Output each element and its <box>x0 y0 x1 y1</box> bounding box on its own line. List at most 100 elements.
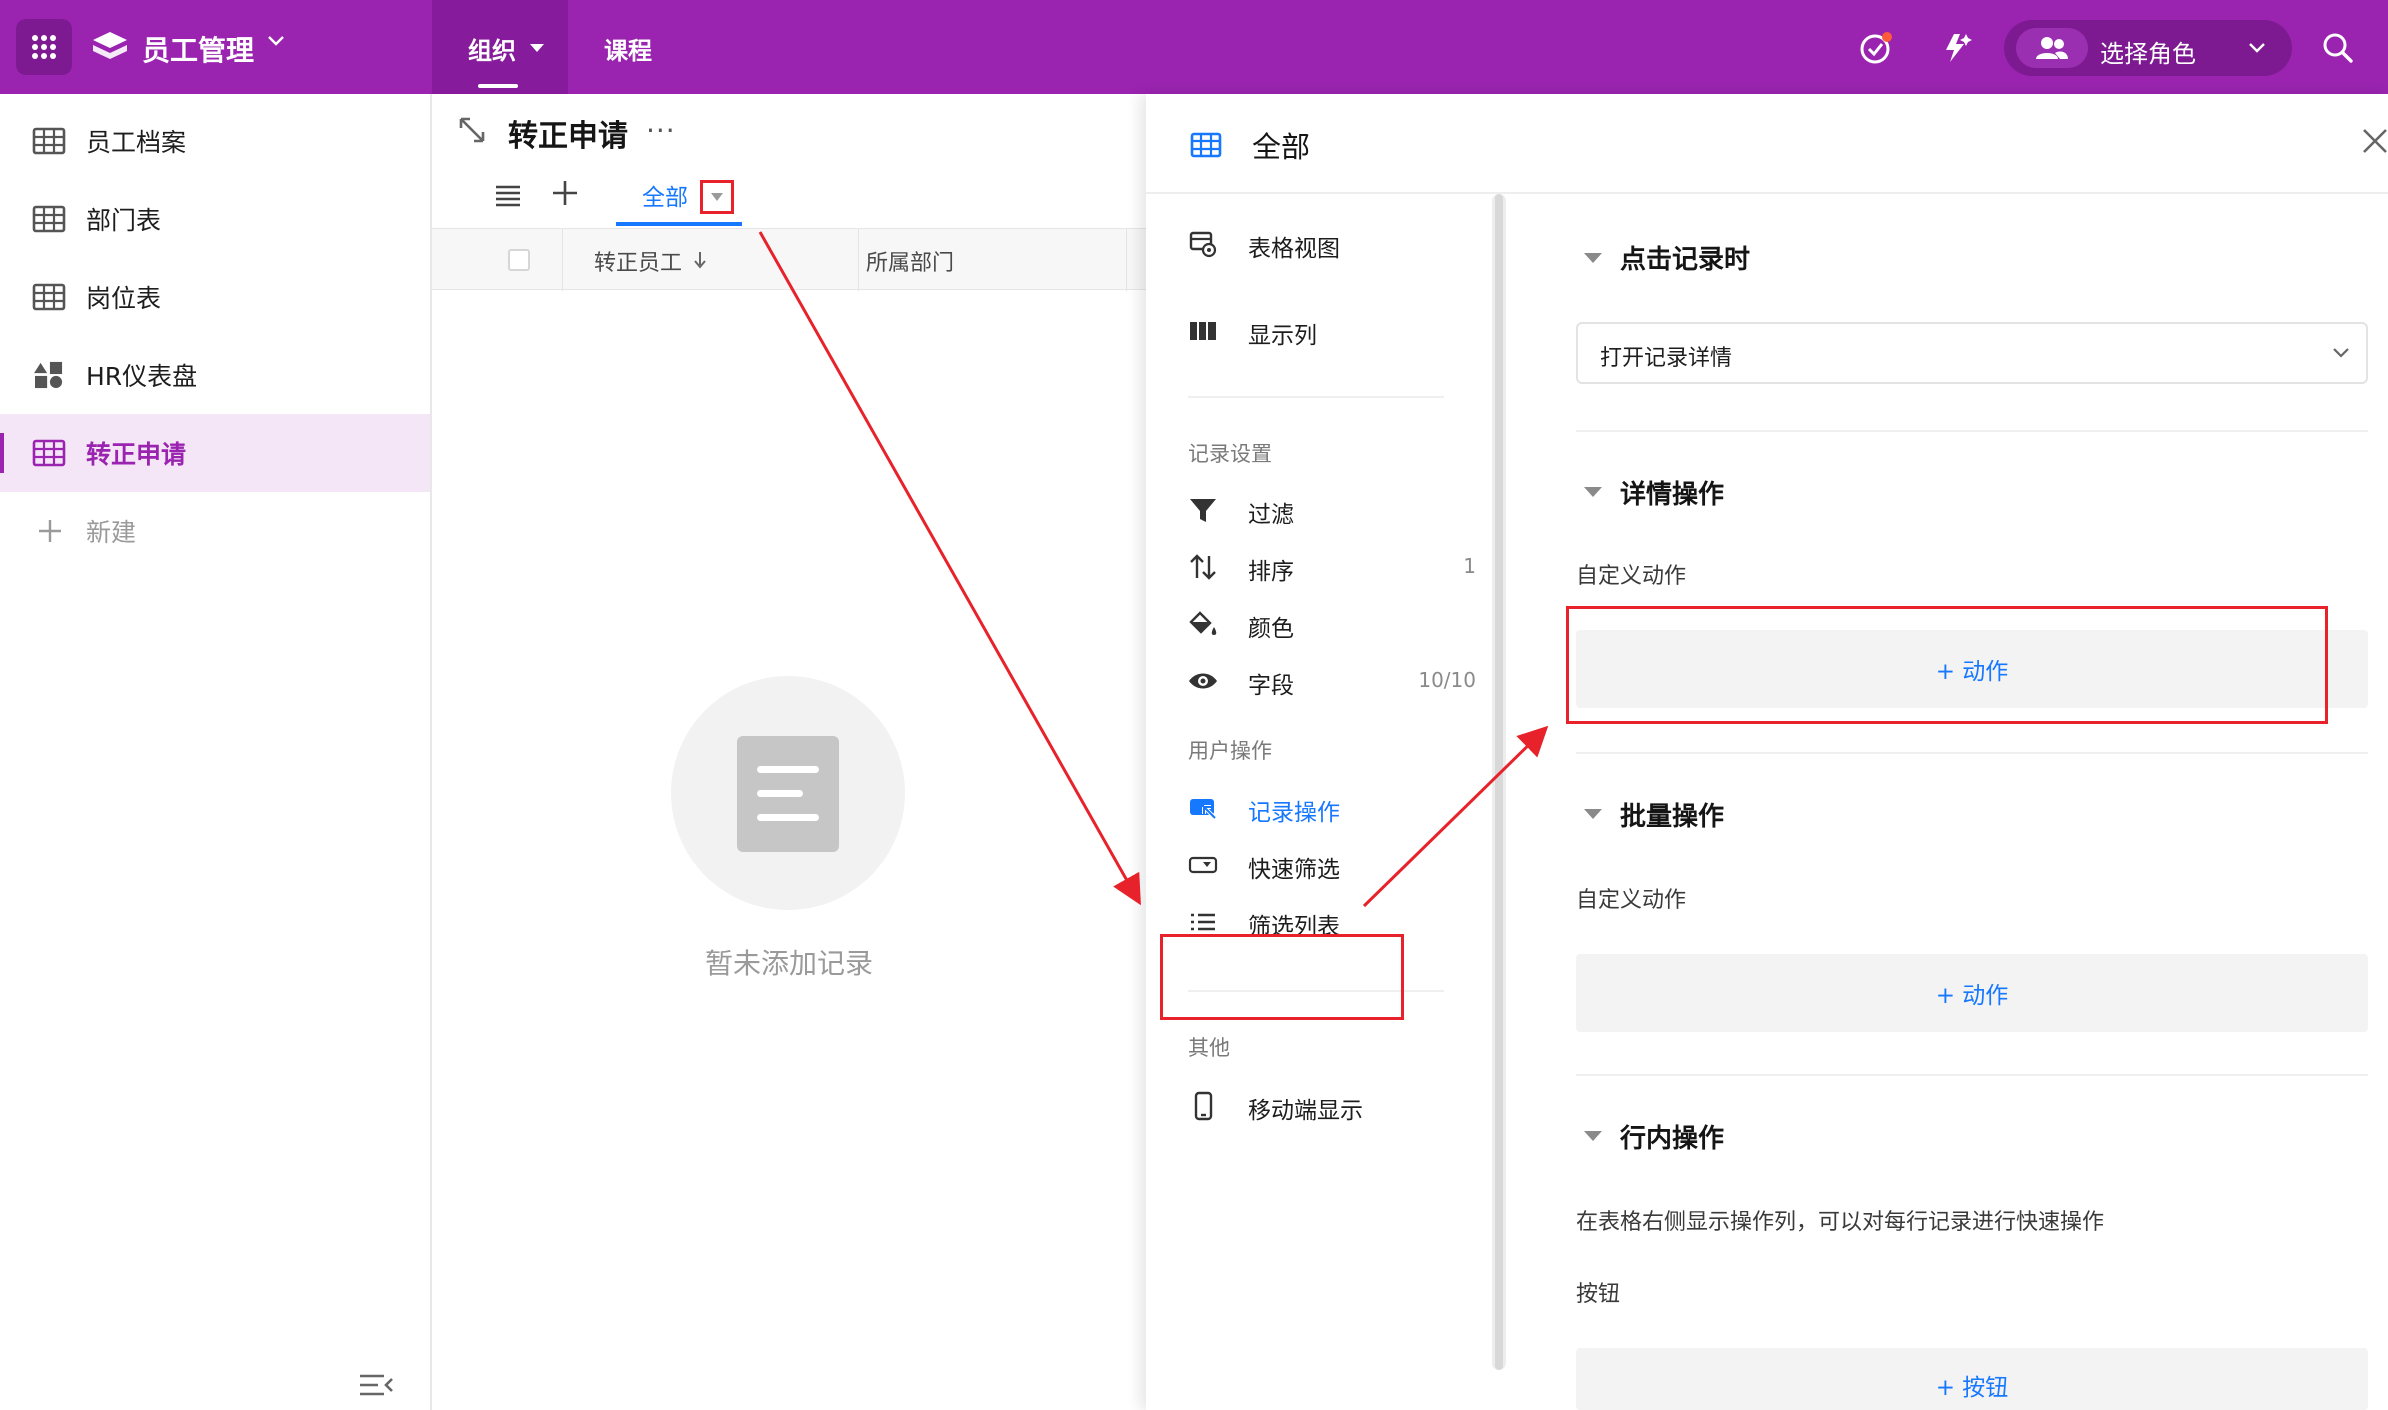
caret-down-icon <box>711 193 723 201</box>
empty-document-icon <box>737 736 839 852</box>
annotation-box-record-actions <box>1160 934 1404 1020</box>
chevron-down-icon <box>2333 348 2349 358</box>
click-record-select-value: 打开记录详情 <box>1600 346 1733 371</box>
caret-down-icon[interactable] <box>528 42 546 54</box>
app-name[interactable]: 员工管理 <box>142 29 254 69</box>
panel-nav-table-view[interactable]: 表格视图 <box>1146 214 1486 274</box>
panel-nav-sort[interactable]: 排序 1 <box>1146 537 1486 597</box>
panel-nav-label: 过滤 <box>1248 502 1294 528</box>
role-selector[interactable]: 选择角色 <box>2004 20 2292 76</box>
scrollbar-thumb[interactable] <box>1495 194 1503 1370</box>
table-icon <box>32 127 66 155</box>
expand-icon[interactable] <box>458 116 486 144</box>
add-inline-button-label: + 按钮 <box>1935 1375 2009 1401</box>
panel-nav: 表格视图 显示列 记录设置 过滤 排序 1 颜色 字段 10/10 用户操作 记… <box>1146 194 1498 1410</box>
top-bar: 员工管理 组织 课程 选择角色 <box>0 0 2388 94</box>
table-icon <box>1190 132 1222 158</box>
view-dropdown-button[interactable] <box>700 180 734 214</box>
sidebar-item-employee-files[interactable]: 员工档案 <box>0 102 430 180</box>
view-tab-all[interactable]: 全部 <box>642 178 688 212</box>
sort-icon <box>1190 554 1216 580</box>
collapse-caret-icon[interactable] <box>1582 1128 1604 1144</box>
inline-actions-description: 在表格右侧显示操作列，可以对每行记录进行快速操作 <box>1576 1210 2105 1235</box>
panel-nav-label: 表格视图 <box>1248 236 1340 262</box>
users-icon <box>2016 28 2088 68</box>
sidebar-item-positions[interactable]: 岗位表 <box>0 258 430 336</box>
panel-nav-columns[interactable]: 显示列 <box>1146 301 1486 361</box>
panel-nav-quick-filter[interactable]: 快速筛选 <box>1146 835 1486 895</box>
detail-custom-action-label: 自定义动作 <box>1576 564 1687 589</box>
click-record-select[interactable]: 打开记录详情 <box>1576 322 2368 384</box>
divider <box>1188 396 1444 398</box>
list-icon <box>1191 913 1215 931</box>
add-view-icon[interactable] <box>550 178 580 208</box>
chevron-down-icon[interactable] <box>266 34 286 48</box>
nav-tab-org[interactable]: 组织 <box>468 31 516 66</box>
quick-filter-icon <box>1188 856 1218 874</box>
ai-spark-icon[interactable] <box>1938 30 1974 66</box>
sidebar-item-label: 岗位表 <box>86 284 162 313</box>
inline-buttons-label: 按钮 <box>1576 1282 1621 1307</box>
section-label-other: 其他 <box>1188 1036 1230 1060</box>
sidebar-new-label: 新建 <box>86 518 137 547</box>
add-batch-action-button[interactable]: + 动作 <box>1576 954 2368 1032</box>
collapse-caret-icon[interactable] <box>1582 806 1604 822</box>
column-header[interactable]: 转正员工 <box>594 245 682 277</box>
sidebar-item-hr-dashboard[interactable]: HR仪表盘 <box>0 336 430 414</box>
nav-tab-course[interactable]: 课程 <box>604 31 652 66</box>
view-tab-underline <box>616 222 742 226</box>
panel-nav-fields[interactable]: 字段 10/10 <box>1146 651 1486 711</box>
panel-nav-label: 颜色 <box>1248 616 1294 642</box>
add-inline-button[interactable]: + 按钮 <box>1576 1348 2368 1410</box>
nav-tab-underline <box>478 84 518 88</box>
worksheet-area: 转正申请 ··· 全部 转正员工 所属部门 暂未添加记录 <box>432 94 1146 1410</box>
mobile-icon <box>1194 1091 1213 1121</box>
sidebar-item-regularization[interactable]: 转正申请 <box>0 414 430 492</box>
panel-nav-record-actions[interactable]: 记录操作 <box>1146 778 1486 838</box>
chevron-down-icon <box>2249 43 2265 53</box>
paint-bucket-icon <box>1189 611 1217 635</box>
filter-icon <box>1190 499 1216 522</box>
collapse-caret-icon[interactable] <box>1582 250 1604 266</box>
column-separator <box>1126 229 1127 291</box>
more-options-icon[interactable]: ··· <box>646 114 676 147</box>
empty-state-text: 暂未添加记录 <box>704 947 873 980</box>
sidebar-item-label: HR仪表盘 <box>86 362 198 391</box>
collapse-sidebar-icon[interactable] <box>358 1372 394 1398</box>
record-action-icon <box>1190 799 1217 820</box>
columns-icon <box>1190 322 1216 340</box>
panel-nav-scrollbar[interactable] <box>1492 194 1506 1370</box>
panel-nav-label: 显示列 <box>1248 323 1317 349</box>
sidebar-item-label: 转正申请 <box>86 440 187 469</box>
section-label-user: 用户操作 <box>1188 739 1272 763</box>
panel-nav-label: 记录操作 <box>1248 800 1340 826</box>
todo-check-icon[interactable] <box>1858 30 1894 66</box>
apps-grid-icon[interactable] <box>16 19 72 75</box>
column-header[interactable]: 所属部门 <box>866 245 954 277</box>
column-separator <box>562 229 563 291</box>
collapse-caret-icon[interactable] <box>1582 484 1604 500</box>
section-title-click-record: 点击记录时 <box>1620 245 1751 275</box>
sidebar-new-button[interactable]: 新建 <box>0 492 430 570</box>
panel-nav-filter[interactable]: 过滤 <box>1146 480 1486 540</box>
sidebar-item-departments[interactable]: 部门表 <box>0 180 430 258</box>
sort-count: 1 <box>1463 554 1476 578</box>
fields-count: 10/10 <box>1418 668 1476 692</box>
panel-nav-label: 字段 <box>1248 673 1294 699</box>
section-title-batch-actions: 批量操作 <box>1620 802 1725 832</box>
search-icon[interactable] <box>2320 30 2356 66</box>
view-list-icon[interactable] <box>494 184 522 208</box>
panel-nav-color[interactable]: 颜色 <box>1146 594 1486 654</box>
divider <box>1576 1074 2368 1076</box>
select-all-checkbox[interactable] <box>508 249 530 271</box>
section-title-detail-actions: 详情操作 <box>1620 480 1725 510</box>
section-title-inline-actions: 行内操作 <box>1620 1124 1725 1154</box>
view-settings-panel: 全部 表格视图 显示列 记录设置 过滤 排序 1 颜色 字段 10/10 用户操… <box>1146 94 2388 1410</box>
role-selector-label: 选择角色 <box>2100 40 2196 68</box>
panel-nav-label: 排序 <box>1248 559 1294 585</box>
close-icon[interactable] <box>2360 126 2388 156</box>
sidebar-item-label: 部门表 <box>86 206 162 235</box>
add-batch-action-label: + 动作 <box>1935 983 2009 1009</box>
app-logo-icon <box>93 32 127 59</box>
panel-nav-mobile-display[interactable]: 移动端显示 <box>1146 1076 1486 1136</box>
